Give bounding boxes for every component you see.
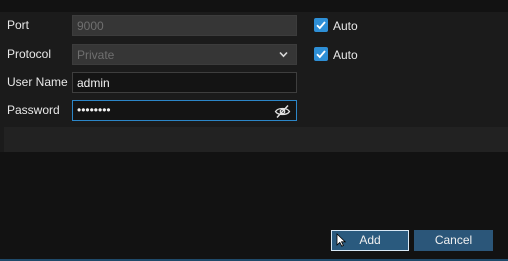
cancel-button[interactable]: Cancel xyxy=(414,230,493,251)
checkbox-checked-icon[interactable] xyxy=(314,18,328,32)
username-input[interactable]: admin xyxy=(72,72,297,93)
eye-slash-icon[interactable] xyxy=(274,104,291,119)
username-label: User Name xyxy=(7,75,68,89)
password-value: •••••••• xyxy=(77,103,111,117)
port-auto-label: Auto xyxy=(333,19,358,33)
port-field[interactable]: 9000 xyxy=(72,15,297,36)
password-input[interactable]: •••••••• xyxy=(72,100,297,121)
protocol-label: Protocol xyxy=(7,47,52,61)
mouse-cursor-icon xyxy=(336,233,347,247)
port-value: 9000 xyxy=(77,19,104,33)
username-row: User Name admin xyxy=(0,69,508,96)
protocol-select[interactable]: Private xyxy=(72,44,297,65)
chevron-down-icon xyxy=(279,51,288,58)
password-row: Password •••••••• xyxy=(0,97,508,124)
protocol-row: Protocol Private Auto xyxy=(0,41,508,68)
port-label: Port xyxy=(7,18,30,32)
port-row: Port 9000 Auto xyxy=(0,12,508,39)
protocol-auto-label: Auto xyxy=(333,48,358,62)
empty-row xyxy=(4,127,508,152)
checkbox-checked-icon[interactable] xyxy=(314,47,328,61)
password-label: Password xyxy=(7,103,60,117)
protocol-value: Private xyxy=(77,48,115,62)
username-value: admin xyxy=(77,76,110,90)
